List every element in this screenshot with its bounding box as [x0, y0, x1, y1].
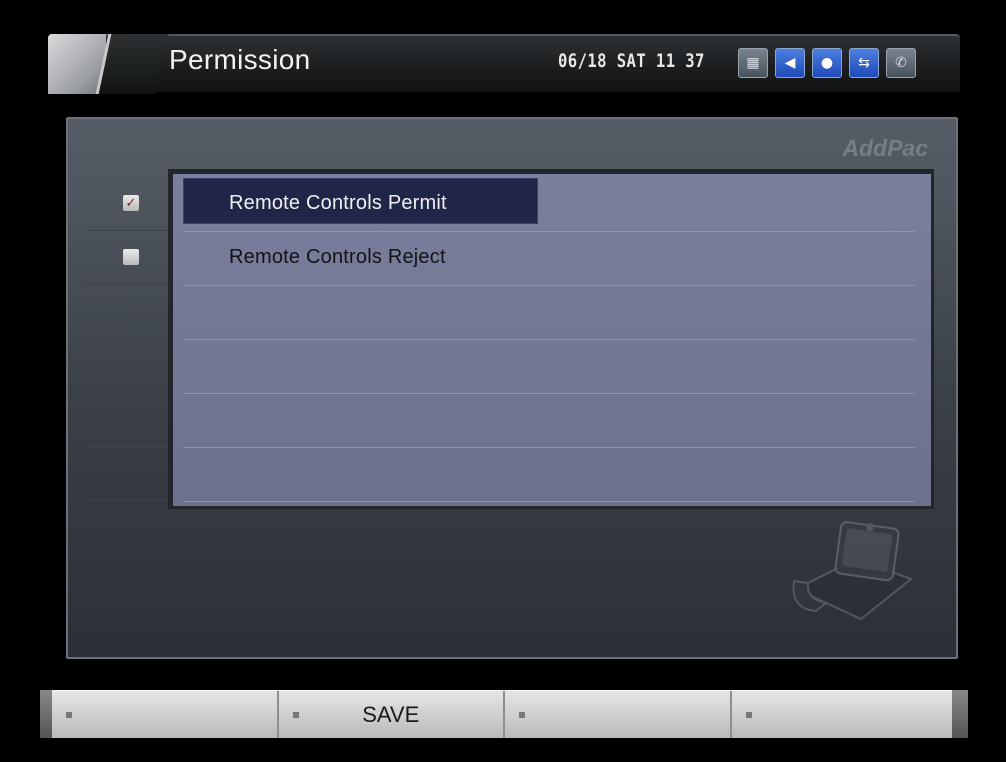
empty-row [183, 394, 915, 448]
user-icon: ● [812, 48, 842, 78]
option-row[interactable]: Remote Controls Permit [183, 178, 915, 232]
softkey-1[interactable] [52, 691, 279, 738]
speaker-icon: ◀ [775, 48, 805, 78]
page-title: Permission [169, 44, 311, 75]
option-row[interactable]: Remote Controls Reject [183, 232, 915, 286]
network-icon: ⇆ [849, 48, 879, 78]
option-checkbox[interactable] [123, 249, 139, 265]
empty-row [183, 340, 915, 394]
settings-panel: AddPac ✓ Remote Controls Permit Remote Co… [66, 117, 958, 659]
softkey-3[interactable] [505, 691, 732, 738]
softkey-label: SAVE [362, 701, 420, 727]
keypad-icon: ▦ [738, 48, 768, 78]
checkmark-icon: ✓ [125, 195, 137, 211]
empty-row [183, 286, 915, 340]
checkbox-column [84, 177, 174, 501]
date-time-display: 06/18 SAT 11 37 [558, 50, 705, 72]
phone-icon: ✆ [886, 48, 916, 78]
softkey-2[interactable]: SAVE [279, 691, 505, 738]
option-list: Remote Controls Permit Remote Controls Re… [168, 169, 934, 509]
title-slant-decoration [95, 34, 169, 94]
softkey-bar: SAVE [52, 690, 956, 738]
softkey-indicator [519, 712, 525, 718]
brand-watermark: AddPac [842, 135, 928, 161]
softkey-indicator [745, 712, 752, 718]
video-phone-illustration [792, 521, 914, 621]
softkey-indicator [292, 712, 299, 718]
softkey-4[interactable] [732, 691, 957, 738]
title-bar: Permission 06/18 SAT 11 37 ▦ ◀ ● ⇆ ✆ [48, 34, 960, 94]
empty-row [183, 448, 915, 502]
option-label: Remote Controls Permit [229, 192, 447, 214]
softkey-indicator [66, 712, 72, 718]
footer-right-edge [952, 690, 968, 738]
option-label: Remote Controls Reject [229, 246, 446, 268]
option-checkbox[interactable]: ✓ [123, 195, 139, 211]
status-icon-bar: ▦ ◀ ● ⇆ ✆ [738, 48, 916, 78]
